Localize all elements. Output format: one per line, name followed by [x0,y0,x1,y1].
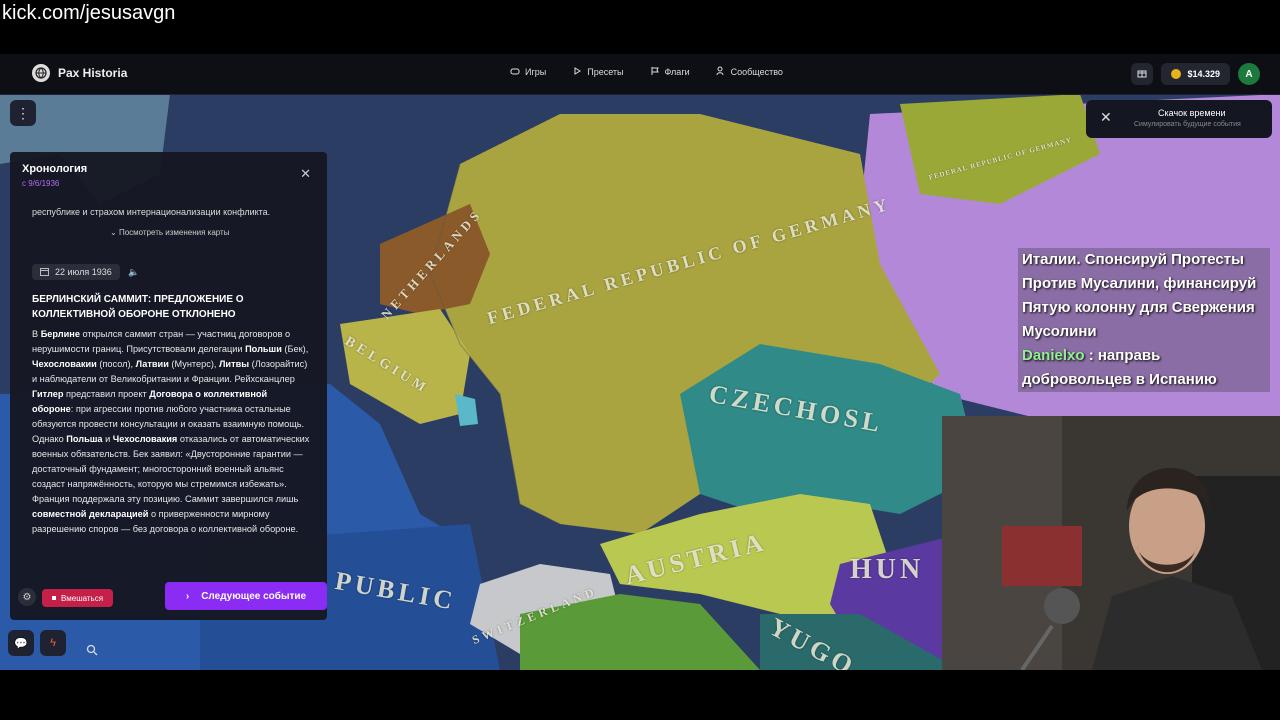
nav-community-label: Сообщество [730,67,783,77]
event-date: 22 июля 1936 [55,267,112,277]
event-body: В Берлине открылся саммит стран — участн… [32,327,310,537]
globe-icon [32,64,50,82]
event-body-bold: Чехословакия [112,434,178,444]
coin-icon [1171,69,1182,79]
gift-button[interactable] [1131,63,1154,85]
event-body-text: В [32,329,41,339]
event-body-bold: Латвии [135,359,169,369]
timeline-panel: Хронология с 9/6/1936 ✕ республике и стр… [10,152,327,620]
stream-url: kick.com/jesusavgn [2,2,176,24]
stream-chat-overlay: Италии. Спонсируй Протесты Против Мусали… [1018,248,1270,392]
chat-colon: : [1088,347,1098,364]
stream-url-bar: kick.com/jesusavgn [0,0,1280,54]
more-menu-button[interactable]: ⋮ [10,100,36,126]
event-body-bold: Чехословакии [32,359,97,369]
view-map-changes-label: Посмотреть изменения карты [118,228,230,237]
webcam-image [942,416,1280,670]
next-event-button[interactable]: › Следующее событие [165,582,327,610]
chevron-right-icon: › [185,590,190,602]
toast-subtitle: Симулировать будущие события [1134,121,1241,128]
gift-icon [1137,65,1147,83]
event-body-text: отказались от автоматических военных обя… [32,434,310,504]
play-icon [572,66,582,78]
nav-games[interactable]: Игры [510,66,546,78]
letterbox-bottom [0,670,1280,720]
close-icon[interactable]: ✕ [1100,109,1112,126]
toast-title: Скачок времени [1158,108,1226,118]
app-logo[interactable]: Pax Historia [32,64,127,82]
event-body-text: (посол), [96,359,136,369]
panel-subtitle: с 9/6/1936 [22,179,60,188]
nav-flags-label: Флаги [664,67,690,77]
chat-message-1: Италии. Спонсируй Протесты Против Мусали… [1022,251,1257,340]
lightning-icon[interactable]: ϟ [40,630,66,656]
event-body-text: и [102,434,113,444]
nav-presets-label: Пресеты [587,67,624,77]
calendar-icon [40,267,49,278]
chevron-down-icon: ⌄ [110,228,117,237]
time-skip-toast[interactable]: ✕ Скачок времени Симулировать будущие со… [1086,100,1272,138]
previous-event-text: республике и страхом интернационализации… [32,207,271,217]
dots-vertical-icon: ⋮ [16,104,30,121]
event-body-bold: Гитлер [32,389,64,399]
nav-community[interactable]: Сообщество [716,66,783,78]
nav-flags[interactable]: Флаги [650,66,690,78]
event-title: БЕРЛИНСКИЙ САММИТ: ПРЕДЛОЖЕНИЕ О КОЛЛЕКТ… [32,294,244,320]
panel-title: Хронология [22,163,88,175]
intervene-label: Вмешаться [61,593,104,603]
event-body-bold: Литвы [218,359,250,369]
nav-presets[interactable]: Пресеты [572,66,624,78]
event-date-chip: 22 июля 1936 [32,264,120,280]
close-icon[interactable]: ✕ [300,166,311,182]
gear-icon[interactable]: ⚙ [18,588,36,606]
event-body-bold: Польша [66,434,103,444]
chat-bubble-icon[interactable]: 💬 [8,630,34,656]
users-icon [716,66,726,78]
chat-message-2: Danielxo : направь добровольцев в Испани… [1018,344,1270,392]
intervene-button[interactable]: Вмешаться [42,589,114,607]
event-body-bold: совместной декларацией [32,509,149,519]
nav-games-label: Игры [525,67,547,77]
next-event-label: Следующее событие [201,590,307,602]
gamepad-icon [510,66,520,78]
user-avatar[interactable]: A [1238,63,1260,85]
view-map-changes-link[interactable]: ⌄ Посмотреть изменения карты [110,228,229,237]
header-actions: $14.329 A [1131,63,1260,85]
panel-footer: ⚙ Вмешаться › Следующее событие [10,576,327,620]
balance-value: $14.329 [1187,69,1220,79]
main-nav: Игры Пресеты Флаги Сообщество [510,66,783,78]
event-body-text: представил проект [63,389,150,399]
streamer-webcam [942,416,1280,670]
app-name: Pax Historia [58,66,128,80]
app-header: Pax Historia Игры Пресеты Флаги Сообщест… [0,54,1280,95]
event-body-bold: Берлине [40,329,80,339]
search-icon[interactable] [86,644,98,659]
chat-username: Danielxo [1022,347,1085,364]
event-body-text: (Мунтерс), [168,359,219,369]
event-body-text: (Бек), [281,344,309,354]
balance-badge[interactable]: $14.329 [1161,63,1230,85]
speaker-icon[interactable]: 🔈 [128,267,139,278]
event-body-bold: Польши [245,344,282,354]
square-icon [52,596,56,600]
flag-icon [650,66,660,78]
bottom-toolbar: 💬 ϟ [8,630,66,656]
map-label-hungary: HUN [850,554,925,585]
